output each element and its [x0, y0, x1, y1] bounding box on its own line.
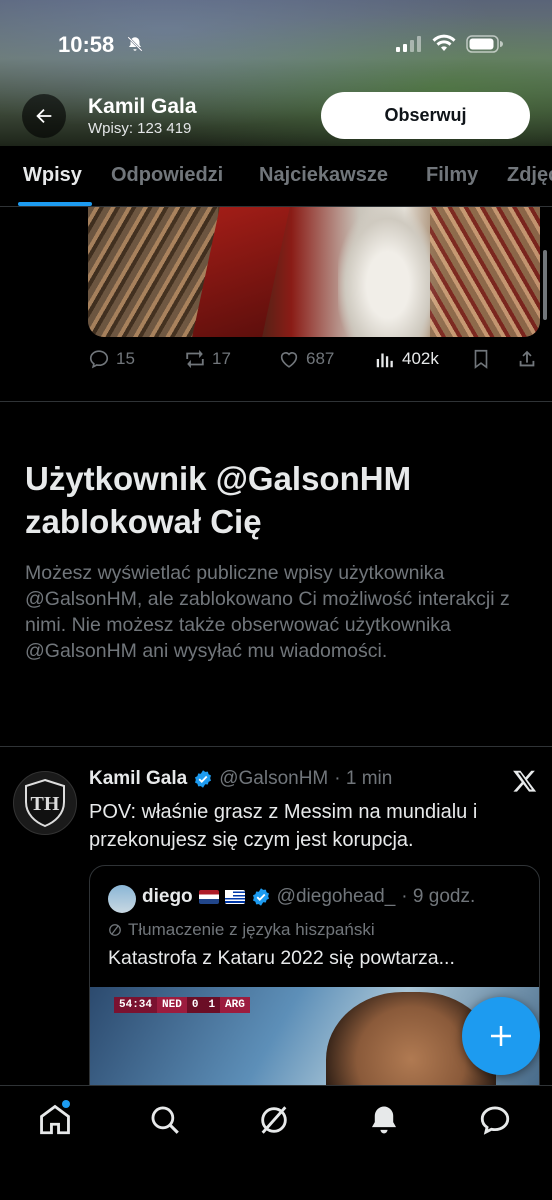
- x-logo-icon: [513, 770, 537, 792]
- wifi-icon: [432, 34, 456, 51]
- post-text: POV: właśnie grasz z Messim na mundialu …: [89, 801, 478, 851]
- status-time: 10:58: [58, 32, 115, 57]
- views-chart-icon: [376, 353, 393, 368]
- search-icon[interactable]: [148, 1103, 182, 1137]
- quoted-author-name[interactable]: diego: [142, 886, 193, 908]
- share-icon: [519, 350, 535, 367]
- share-button[interactable]: [516, 348, 538, 370]
- netherlands-flag-icon: [198, 890, 219, 904]
- compose-button[interactable]: [462, 997, 540, 1075]
- verified-badge-icon: [252, 888, 269, 906]
- svg-text:TH: TH: [31, 793, 60, 815]
- cellular-signal-icon: [396, 36, 421, 52]
- away-score: 1: [203, 997, 221, 1013]
- post-media-image[interactable]: [88, 207, 540, 337]
- home-team: NED: [157, 997, 187, 1013]
- match-scoreboard: 54:34 NED 0 1 ARG: [114, 997, 250, 1013]
- profile-name: Kamil Gala: [88, 95, 197, 118]
- bookmark-button[interactable]: [470, 348, 492, 370]
- plus-icon: [491, 1026, 511, 1046]
- status-bar: 10:58: [0, 0, 552, 90]
- tab-posts[interactable]: Wpisy: [23, 164, 82, 187]
- views-count: 402k: [402, 349, 439, 368]
- translation-note-text: Tłumaczenie z języka hiszpański: [128, 920, 375, 939]
- scrollbar[interactable]: [543, 250, 547, 320]
- profile-tabs: Wpisy Odpowiedzi Najciekawsze Filmy Zdję…: [0, 146, 552, 207]
- like-button[interactable]: 687: [278, 348, 334, 370]
- reply-count: 15: [116, 349, 135, 368]
- post-actions: 15 17 687 402k: [88, 348, 540, 376]
- like-count: 687: [306, 349, 335, 368]
- follow-button[interactable]: Obserwuj: [321, 92, 530, 139]
- image-white-horse: [338, 207, 438, 337]
- active-tab-indicator: [18, 202, 92, 206]
- divider: [0, 401, 552, 402]
- post-header: Kamil Gala @GalsonHM · 1 min: [89, 768, 509, 790]
- quoted-author-handle[interactable]: @diegohead_: [277, 886, 396, 908]
- quoted-post-header: diego @diegohead_ · 9 godz.: [142, 886, 475, 908]
- repost-icon: [186, 349, 204, 369]
- tab-replies[interactable]: Odpowiedzi: [111, 164, 223, 187]
- bottom-navigation: [0, 1085, 552, 1200]
- tab-videos[interactable]: Filmy: [426, 164, 478, 187]
- translate-slash-icon: [109, 924, 121, 936]
- bell-off-icon: [127, 36, 143, 52]
- notifications-bell-icon[interactable]: [367, 1103, 401, 1137]
- uruguay-flag-icon: [224, 890, 245, 904]
- views-button[interactable]: 402k: [374, 348, 439, 370]
- repost-count: 17: [212, 349, 231, 368]
- away-team: ARG: [220, 997, 250, 1013]
- profile-post-count: Wpisy: 123 419: [88, 120, 192, 137]
- image-crowd-right: [430, 207, 540, 337]
- divider: [0, 746, 552, 747]
- match-clock: 54:34: [114, 997, 158, 1013]
- quoted-timestamp: · 9 godz.: [401, 886, 476, 907]
- blocked-notice-body: Możesz wyświetlać publiczne wpisy użytko…: [25, 562, 510, 662]
- post-timestamp: · 1 min: [334, 768, 393, 789]
- arrow-left-icon: [36, 108, 52, 124]
- repost-button[interactable]: 17: [184, 348, 231, 370]
- home-icon[interactable]: [38, 1103, 72, 1137]
- quoted-avatar[interactable]: [108, 885, 136, 913]
- messages-icon[interactable]: [478, 1103, 512, 1137]
- post-author-name[interactable]: Kamil Gala: [89, 768, 187, 790]
- home-notification-dot: [62, 1100, 70, 1108]
- battery-icon: [466, 35, 503, 53]
- quoted-post-text: Katastrofa z Kataru 2022 się powtarza...: [108, 947, 455, 969]
- avatar[interactable]: TH: [13, 771, 77, 835]
- bookmark-icon: [474, 349, 488, 369]
- post-author-handle[interactable]: @GalsonHM: [219, 768, 328, 790]
- home-score: 0: [186, 997, 204, 1013]
- back-button[interactable]: [22, 94, 66, 138]
- heart-icon: [280, 352, 298, 368]
- blocked-notice-title: Użytkownik @GalsonHM zablokował Cię: [25, 460, 412, 540]
- reply-icon: [89, 350, 109, 369]
- tab-photos[interactable]: Zdjęcia: [507, 164, 552, 187]
- reply-button[interactable]: 15: [88, 348, 135, 370]
- translation-note[interactable]: Tłumaczenie z języka hiszpański: [108, 920, 375, 940]
- verified-badge-icon: [195, 770, 212, 788]
- crest-logo-icon: TH: [25, 778, 65, 828]
- tab-highlights[interactable]: Najciekawsze: [259, 164, 388, 187]
- grok-icon[interactable]: [257, 1103, 291, 1137]
